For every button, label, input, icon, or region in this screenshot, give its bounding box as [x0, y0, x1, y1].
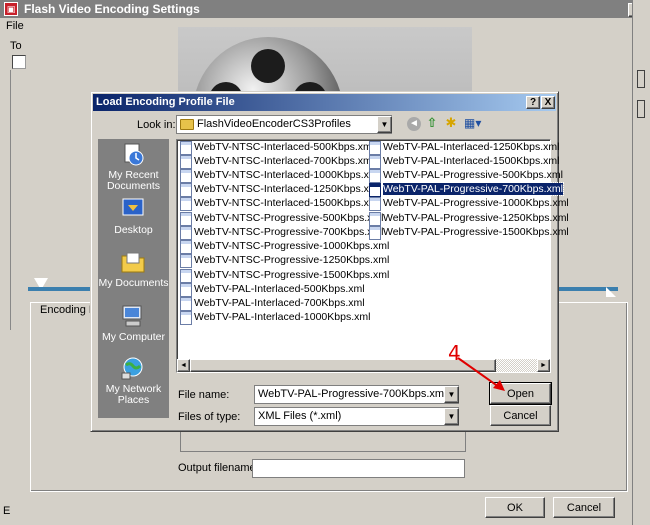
file-name: WebTV-PAL-Progressive-700Kbps.xml	[382, 182, 564, 196]
file-name: WebTV-PAL-Interlaced-500Kbps.xml	[194, 283, 365, 295]
background-bottom-label: E	[3, 505, 11, 517]
place-my-documents[interactable]: My Documents	[98, 250, 169, 290]
background-cancel-button[interactable]: Cancel	[553, 497, 615, 518]
help-button[interactable]: ?	[526, 96, 540, 109]
file-name: WebTV-NTSC-Interlaced-700Kbps.xml	[194, 155, 375, 167]
video-preview	[178, 27, 472, 97]
dialog-title: Load Encoding Profile File	[93, 94, 556, 111]
file-name-input[interactable]: WebTV-PAL-Progressive-700Kbps.xml	[254, 385, 459, 404]
files-of-type-dropdown-arrow[interactable]: ▼	[444, 408, 459, 425]
file-name: WebTV-PAL-Progressive-1250Kbps.xml	[383, 212, 569, 224]
file-name: WebTV-PAL-Progressive-1500Kbps.xml	[383, 226, 569, 238]
place-label: My Network Places	[105, 383, 162, 406]
place-network-places[interactable]: My Network Places	[98, 356, 169, 406]
place-label: My Computer	[101, 331, 165, 343]
scroll-left-button[interactable]: ◄	[177, 359, 190, 372]
list-item[interactable]: WebTV-PAL-Progressive-1250Kbps.xml	[368, 211, 569, 226]
cancel-button[interactable]: Cancel	[490, 405, 551, 426]
file-name: WebTV-PAL-Interlaced-1000Kbps.xml	[194, 311, 371, 323]
list-item[interactable]: WebTV-PAL-Progressive-500Kbps.xml	[368, 168, 563, 183]
look-in-dropdown-arrow[interactable]: ▼	[377, 116, 392, 133]
annotation-arrow-icon	[457, 357, 505, 391]
file-name: WebTV-NTSC-Progressive-500Kbps.xml	[194, 212, 384, 224]
ok-button[interactable]: OK	[485, 497, 545, 518]
place-desktop[interactable]: Desktop	[98, 197, 169, 237]
film-reel-image	[193, 37, 343, 97]
file-name: WebTV-PAL-Progressive-1000Kbps.xml	[383, 197, 569, 209]
file-name: WebTV-NTSC-Progressive-1500Kbps.xml	[194, 269, 390, 281]
background-side-strip	[632, 0, 650, 525]
list-item[interactable]: WebTV-PAL-Interlaced-1000Kbps.xml	[179, 310, 371, 325]
place-label: My Documents	[98, 277, 169, 289]
background-window-title: Flash Video Encoding Settings	[0, 0, 632, 18]
list-item[interactable]: WebTV-PAL-Interlaced-1500Kbps.xml	[368, 154, 560, 169]
list-item[interactable]: WebTV-PAL-Interlaced-500Kbps.xml	[179, 282, 365, 297]
list-item[interactable]: WebTV-PAL-Progressive-1500Kbps.xml	[368, 225, 569, 240]
list-item-selected[interactable]: WebTV-PAL-Progressive-700Kbps.xml	[368, 182, 564, 197]
place-recent-documents[interactable]: My Recent Documents	[98, 143, 169, 193]
views-menu-icon[interactable]: ▦▾	[464, 116, 488, 130]
file-name: WebTV-PAL-Interlaced-1500Kbps.xml	[383, 155, 560, 167]
list-item[interactable]: WebTV-PAL-Progressive-1000Kbps.xml	[368, 196, 569, 211]
place-label: My Recent Documents	[106, 169, 161, 192]
files-of-type-dropdown[interactable]: XML Files (*.xml)	[254, 407, 459, 426]
list-item[interactable]: WebTV-PAL-Interlaced-1250Kbps.xml	[368, 140, 560, 155]
file-name: WebTV-PAL-Progressive-500Kbps.xml	[383, 169, 563, 181]
look-in-dropdown[interactable]: FlashVideoEncoderCS3Profiles	[176, 115, 392, 134]
list-item[interactable]: WebTV-NTSC-Progressive-500Kbps.xml	[179, 211, 384, 226]
list-item[interactable]: WebTV-NTSC-Progressive-700Kbps.xml	[179, 225, 384, 240]
file-name: WebTV-PAL-Interlaced-700Kbps.xml	[194, 297, 365, 309]
background-panel-edge	[10, 70, 12, 330]
file-name: WebTV-NTSC-Interlaced-1000Kbps.xml	[194, 169, 380, 181]
desktop-icon	[122, 198, 144, 216]
list-item[interactable]: WebTV-NTSC-Progressive-1000Kbps.xml	[179, 239, 390, 254]
background-inner-box	[180, 432, 466, 452]
list-item[interactable]: WebTV-NTSC-Interlaced-1250Kbps.xml	[179, 182, 380, 197]
file-name: WebTV-NTSC-Interlaced-500Kbps.xml	[194, 141, 375, 153]
list-item[interactable]: WebTV-NTSC-Progressive-1250Kbps.xml	[179, 253, 390, 268]
list-item[interactable]: WebTV-NTSC-Interlaced-500Kbps.xml	[179, 140, 375, 155]
file-name: WebTV-NTSC-Interlaced-1250Kbps.xml	[194, 183, 380, 195]
place-label: Desktop	[114, 224, 153, 236]
list-item[interactable]: WebTV-NTSC-Interlaced-700Kbps.xml	[179, 154, 375, 169]
output-filename-label: Output filename:	[178, 462, 259, 474]
file-name: WebTV-NTSC-Progressive-1250Kbps.xml	[194, 254, 390, 266]
list-item[interactable]: WebTV-NTSC-Interlaced-1500Kbps.xml	[179, 196, 380, 211]
new-folder-icon[interactable]: ✱	[444, 116, 458, 130]
file-name: WebTV-NTSC-Progressive-1000Kbps.xml	[194, 240, 390, 252]
dialog-close-button[interactable]: X	[541, 96, 555, 109]
look-in-label: Look in:	[137, 119, 176, 131]
list-item[interactable]: WebTV-NTSC-Progressive-1500Kbps.xml	[179, 268, 390, 283]
back-icon[interactable]: ◄	[407, 117, 421, 131]
file-name: WebTV-PAL-Interlaced-1250Kbps.xml	[383, 141, 560, 153]
file-name: WebTV-NTSC-Interlaced-1500Kbps.xml	[194, 197, 380, 209]
my-documents-icon	[121, 252, 145, 273]
place-my-computer[interactable]: My Computer	[98, 304, 169, 344]
files-of-type-label: Files of type:	[178, 411, 241, 423]
recent-documents-icon	[124, 143, 144, 166]
folder-icon	[180, 119, 194, 130]
network-places-icon	[121, 357, 143, 380]
scroll-right-button[interactable]: ►	[537, 359, 550, 372]
list-item[interactable]: WebTV-PAL-Interlaced-700Kbps.xml	[179, 296, 365, 311]
up-folder-icon[interactable]: ⇧	[425, 116, 439, 130]
file-name: WebTV-NTSC-Progressive-700Kbps.xml	[194, 226, 384, 238]
menu-file[interactable]: File	[6, 20, 24, 32]
list-item[interactable]: WebTV-NTSC-Interlaced-1000Kbps.xml	[179, 168, 380, 183]
output-filename-input[interactable]	[252, 459, 465, 478]
file-name-label: File name:	[178, 389, 230, 401]
background-tab-stub[interactable]: To	[10, 40, 22, 52]
background-field-stub[interactable]	[12, 55, 26, 69]
my-computer-icon	[122, 305, 142, 327]
app-icon: ▣	[4, 2, 18, 16]
